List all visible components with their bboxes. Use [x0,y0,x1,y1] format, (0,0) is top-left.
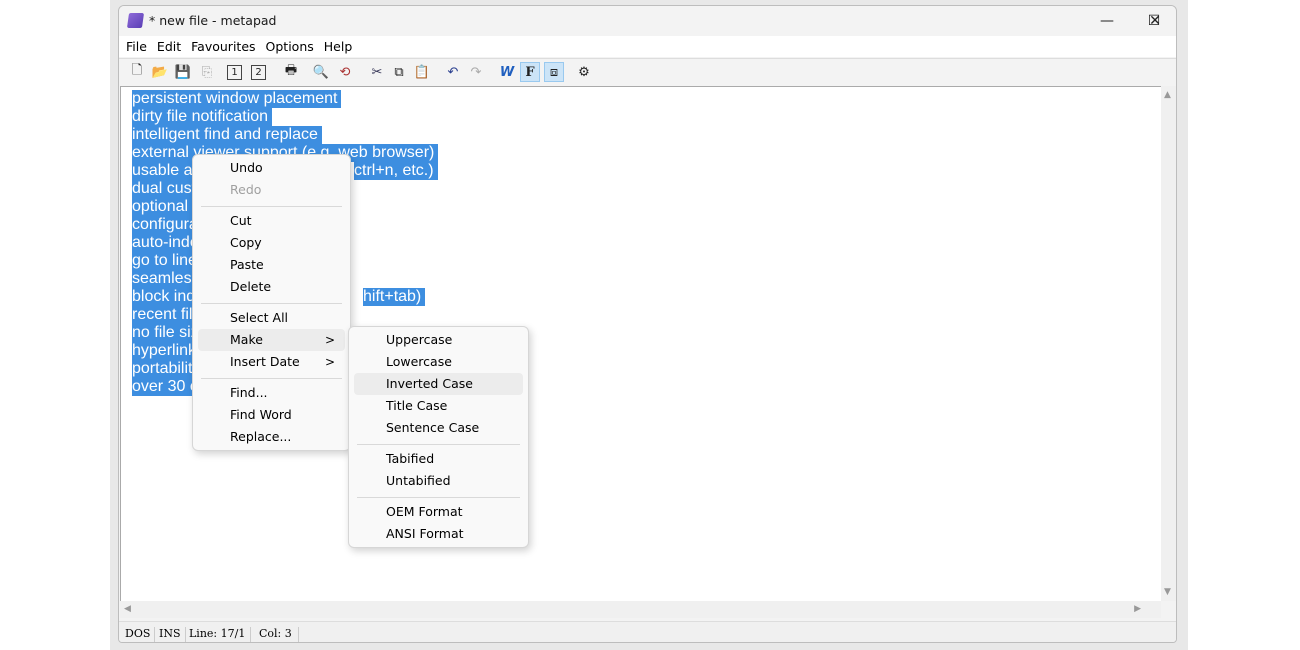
scroll-left-icon[interactable]: ◀ [124,604,131,614]
menu-item-find-word[interactable]: Find Word [198,404,345,426]
paste-icon[interactable]: 📋 [412,62,432,82]
settings-icon[interactable]: ⚙ [574,62,594,82]
vertical-scrollbar[interactable]: ▲ ▼ [1161,86,1176,601]
submenu-arrow-icon: > [324,355,335,369]
make-submenu: Uppercase Lowercase Inverted Case Title … [348,326,529,548]
menu-item-title-case[interactable]: Title Case [354,395,523,417]
menu-item-insert-date[interactable]: Insert Date > [198,351,345,373]
selected-text: hift+tab) [363,288,426,306]
replace-icon[interactable]: ⟲ [335,62,355,82]
copy-icon[interactable]: ⧉ [389,62,409,82]
word-wrap-icon[interactable]: W [497,62,517,82]
menu-separator [201,378,342,379]
selected-text: persistent window placement [132,90,342,108]
menu-favourites[interactable]: Favourites [186,36,260,57]
menu-item-replace[interactable]: Replace... [198,426,345,448]
menu-item-select-all[interactable]: Select All [198,307,345,329]
menu-separator [201,303,342,304]
status-insert-mode: INS [159,627,186,642]
make-label: Make [230,332,263,347]
text-line: intelligent find and replace [132,126,322,144]
scroll-right-icon[interactable]: ▶ [1134,604,1141,614]
menu-separator [201,206,342,207]
menu-item-make[interactable]: Make > [198,329,345,351]
undo-icon[interactable]: ↶ [443,62,463,82]
print-icon[interactable]: 🖶 [281,62,301,82]
menu-bar: File Edit Favourites Options Help [119,36,1176,57]
secondary-viewer-icon[interactable]: 2 [251,65,266,80]
toolbar: 🗋 📂 💾 ⎘ 1 2 🖶 🔍 ⟲ ✂ ⧉ 📋 ↶ ↷ W F ⧈ ⚙ [119,58,1176,85]
menu-item-redo: Redo [230,182,262,197]
status-column: Col: 3 [259,627,299,642]
menu-item-uppercase[interactable]: Uppercase [354,329,523,351]
scroll-up-icon[interactable]: ▲ [1164,90,1171,100]
status-line-ending: DOS [125,627,156,642]
horizontal-scrollbar[interactable]: ◀ ▶ [120,601,1161,618]
text-line: persistent window placement [132,90,342,108]
menu-help[interactable]: Help [319,36,358,57]
find-icon[interactable]: 🔍 [311,62,331,82]
menu-item-tabified[interactable]: Tabified [354,448,523,470]
menu-item-find[interactable]: Find... [198,382,345,404]
menu-separator [357,444,520,445]
metapad-app-icon [126,13,145,28]
menu-item-paste[interactable]: Paste [198,254,345,276]
launch-viewer-icon[interactable]: ⎘ [197,62,217,82]
menu-file[interactable]: File [121,36,152,57]
menu-item-delete[interactable]: Delete [198,276,345,298]
primary-viewer-icon[interactable]: 1 [227,65,242,80]
minimize-button[interactable]: — [1084,6,1130,36]
selected-text: ctrl+n, etc.) [354,162,438,180]
menu-separator [357,497,520,498]
selected-text: intelligent find and replace [132,126,322,144]
menu-item-cut[interactable]: Cut [198,210,345,232]
text-line: dirty file notification [132,108,273,126]
status-bar: DOS INS Line: 17/1 Col: 3 [119,621,1176,642]
selected-text: dirty file notification [132,108,273,126]
scroll-down-icon[interactable]: ▼ [1164,587,1171,597]
submenu-arrow-icon: > [324,333,335,347]
font-icon[interactable]: F [520,62,540,82]
window-title: * new file - metapad [149,13,277,28]
menu-item-undo[interactable]: Undo [198,157,345,179]
menu-item-inverted-case[interactable]: Inverted Case [354,373,523,395]
menu-options[interactable]: Options [261,36,319,57]
context-menu: Undo Redo Cut Copy Paste Delete Select A… [192,154,351,451]
open-folder-icon[interactable]: 📂 [150,62,170,82]
title-bar: * new file - metapad — ☐ [119,6,1176,36]
redo-icon[interactable]: ↷ [466,62,486,82]
always-on-top-icon[interactable]: ⧈ [544,62,564,82]
save-icon[interactable]: 💾 [173,62,193,82]
menu-item-lowercase[interactable]: Lowercase [354,351,523,373]
menu-item-ansi-format[interactable]: ANSI Format [354,523,523,545]
status-line: Line: 17/1 [189,627,251,642]
new-file-icon[interactable]: 🗋 [127,62,147,82]
menu-edit[interactable]: Edit [152,36,186,57]
close-button[interactable]: ✕ [1132,6,1176,36]
menu-item-oem-format[interactable]: OEM Format [354,501,523,523]
menu-item-untabified[interactable]: Untabified [354,470,523,492]
insert-date-label: Insert Date [230,354,300,369]
menu-item-copy[interactable]: Copy [198,232,345,254]
cut-icon[interactable]: ✂ [367,62,387,82]
menu-item-sentence-case[interactable]: Sentence Case [354,417,523,439]
